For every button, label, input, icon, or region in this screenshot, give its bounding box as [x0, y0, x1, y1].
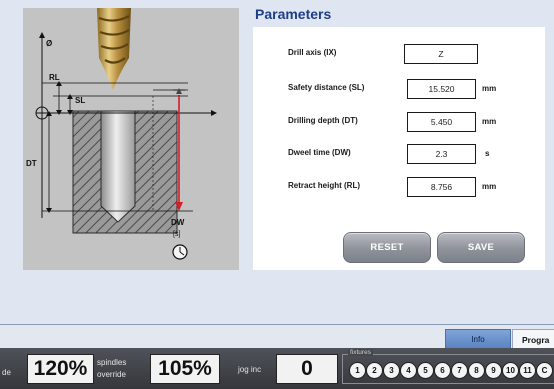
drill-bit-icon	[97, 8, 131, 90]
override-label: override	[97, 370, 126, 379]
dw-label: DW	[171, 218, 185, 227]
diameter-label: Ø	[46, 39, 52, 48]
param-label: Drilling depth (DT)	[288, 116, 358, 125]
drilling-cycle-illustration: Ø RL SL DT DW [s]	[26, 8, 217, 260]
param-unit: s	[485, 149, 490, 158]
status-bar: de 120% spindles override 105% jog inc 0…	[0, 348, 554, 389]
param-row-retract-height: Retract height (RL) 8.756 mm	[253, 177, 545, 197]
jog-inc-value[interactable]: 0	[276, 354, 338, 384]
param-row-drilling-depth: Drilling depth (DT) 5.450 mm	[253, 112, 545, 132]
param-unit: mm	[482, 117, 497, 126]
dw-unit-label: [s]	[173, 231, 180, 238]
reset-button[interactable]: RESET	[343, 232, 431, 263]
jog-inc-label: jog inc	[238, 365, 262, 374]
dt-label: DT	[26, 159, 37, 168]
dwell-time-field[interactable]: 2.3	[407, 144, 476, 164]
retract-height-field[interactable]: 8.756	[407, 177, 476, 197]
spindles-override-value[interactable]: 120%	[27, 354, 94, 384]
tab-info[interactable]: Info	[445, 329, 511, 349]
drilling-depth-field[interactable]: 5.450	[407, 112, 476, 132]
param-unit: mm	[482, 84, 497, 93]
fixture-button-10[interactable]: 10	[502, 362, 519, 379]
fixture-button-6[interactable]: 6	[434, 362, 451, 379]
fixtures-label: fixtures	[348, 349, 373, 356]
param-label: Safety distance (SL)	[288, 83, 365, 92]
param-row-drill-axis: Drill axis (IX) Z	[253, 44, 545, 64]
main-area: Ø RL SL DT DW [s] Parameters Drill axis …	[0, 0, 554, 324]
fixture-button-9[interactable]: 9	[485, 362, 502, 379]
drill-axis-field[interactable]: Z	[404, 44, 478, 64]
save-button[interactable]: SAVE	[437, 232, 525, 263]
feed-override-value[interactable]: 105%	[150, 354, 220, 384]
tab-program[interactable]: Progra	[512, 329, 554, 349]
fixture-button-3[interactable]: 3	[383, 362, 400, 379]
fixture-button-4[interactable]: 4	[400, 362, 417, 379]
spindles-label: spindles	[97, 358, 127, 367]
param-label: Retract height (RL)	[288, 181, 360, 190]
fixture-button-7[interactable]: 7	[451, 362, 468, 379]
param-label: Dweel time (DW)	[288, 148, 351, 157]
sl-label: SL	[75, 96, 85, 105]
fixture-button-5[interactable]: 5	[417, 362, 434, 379]
parameters-title: Parameters	[255, 6, 332, 22]
fixture-button-1[interactable]: 1	[349, 362, 366, 379]
fixture-button-11[interactable]: 11	[519, 362, 536, 379]
param-label: Drill axis (IX)	[288, 48, 337, 57]
parameters-panel: Drill axis (IX) Z Safety distance (SL) 1…	[253, 27, 545, 270]
safety-distance-field[interactable]: 15.520	[407, 79, 476, 99]
drilling-diagram: Ø RL SL DT DW [s]	[23, 8, 239, 270]
tab-bar: Info Progra	[0, 324, 554, 349]
fixture-button-2[interactable]: 2	[366, 362, 383, 379]
dwell-clock-icon	[172, 244, 188, 260]
fixture-button-c[interactable]: C	[536, 362, 553, 379]
param-unit: mm	[482, 182, 497, 191]
fixture-button-8[interactable]: 8	[468, 362, 485, 379]
status-fragment-label: de	[2, 368, 11, 377]
param-row-safety-distance: Safety distance (SL) 15.520 mm	[253, 79, 545, 99]
rl-label: RL	[49, 73, 60, 82]
param-row-dwell-time: Dweel time (DW) 2.3 s	[253, 144, 545, 164]
